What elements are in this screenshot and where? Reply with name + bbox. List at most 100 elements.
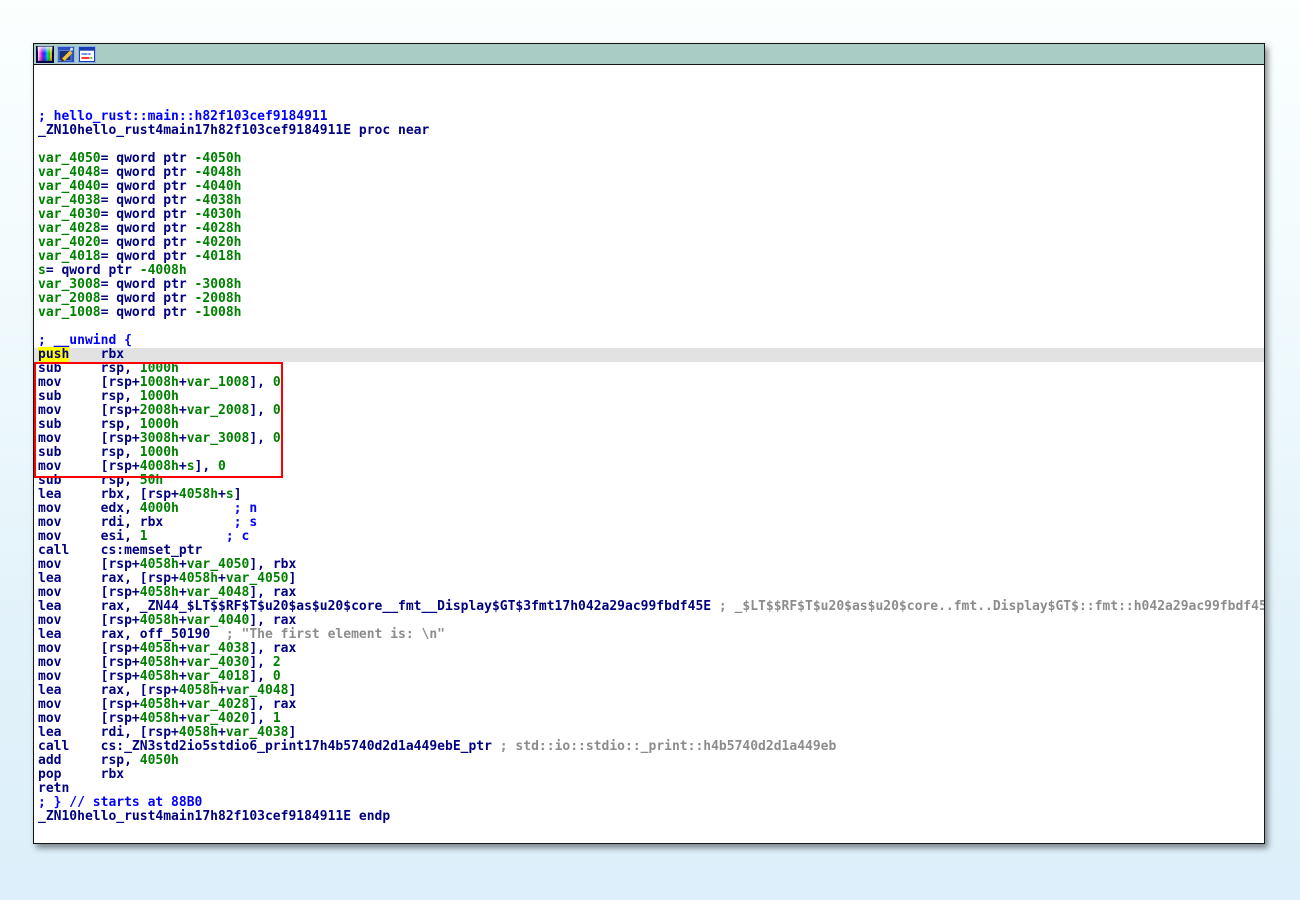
colors-button[interactable] — [36, 46, 54, 63]
asm-token: var_2008 — [38, 291, 101, 306]
asm-token: mov esi, — [38, 529, 140, 544]
asm-line[interactable]: mov esi, 1 ; c — [38, 530, 1264, 544]
asm-line[interactable]: mov [rsp+4058h+var_4018], 0 — [38, 670, 1264, 684]
asm-line[interactable] — [38, 138, 1264, 152]
asm-token: + — [179, 431, 187, 446]
asm-token: -4038h — [195, 193, 242, 208]
asm-line[interactable]: mov [rsp+4058h+var_4048], rax — [38, 586, 1264, 600]
asm-token: var_4040 — [187, 613, 250, 628]
asm-token: + — [218, 683, 226, 698]
asm-token: 1000h — [140, 389, 179, 404]
asm-token: 2 — [273, 655, 281, 670]
asm-line[interactable] — [38, 82, 1264, 96]
asm-token: + — [179, 375, 187, 390]
asm-line[interactable]: mov [rsp+4058h+var_4040], rax — [38, 614, 1264, 628]
asm-line[interactable]: var_3008= qword ptr -3008h — [38, 278, 1264, 292]
asm-line[interactable]: ; __unwind { — [38, 334, 1264, 348]
asm-token — [148, 529, 226, 544]
asm-token: + — [218, 725, 226, 740]
asm-token: ], — [249, 431, 272, 446]
asm-line[interactable]: lea rdi, [rsp+4058h+var_4038] — [38, 726, 1264, 740]
asm-line[interactable]: ; hello_rust::main::h82f103cef9184911 — [38, 110, 1264, 124]
asm-line[interactable] — [38, 320, 1264, 334]
asm-line[interactable]: call cs:_ZN3std2io5stdio6_print17h4b5740… — [38, 740, 1264, 754]
asm-line[interactable]: lea rax, off_50190 ; "The first element … — [38, 628, 1264, 642]
asm-token: call cs:memset_ptr — [38, 543, 202, 558]
asm-token: var_4048 — [38, 165, 101, 180]
asm-line[interactable]: mov [rsp+1008h+var_1008], 0 — [38, 376, 1264, 390]
asm-line[interactable]: mov [rsp+4058h+var_4020], 1 — [38, 712, 1264, 726]
asm-line[interactable]: var_4038= qword ptr -4038h — [38, 194, 1264, 208]
asm-line[interactable]: var_4030= qword ptr -4030h — [38, 208, 1264, 222]
asm-line[interactable]: mov edx, 4000h ; n — [38, 502, 1264, 516]
window-layout-button[interactable] — [78, 46, 96, 63]
asm-token: sub rsp, — [38, 417, 140, 432]
asm-line[interactable]: var_1008= qword ptr -1008h — [38, 306, 1264, 320]
asm-token: lea rax, off_50190 — [38, 627, 210, 642]
asm-token: 4058h — [140, 669, 179, 684]
asm-line[interactable]: mov [rsp+4058h+var_4038], rax — [38, 642, 1264, 656]
window-layout-icon — [79, 47, 95, 62]
asm-token: 4008h — [140, 459, 179, 474]
asm-line[interactable] — [38, 96, 1264, 110]
asm-line[interactable]: _ZN10hello_rust4main17h82f103cef9184911E… — [38, 810, 1264, 824]
asm-line[interactable]: sub rsp, 50h — [38, 474, 1264, 488]
asm-token: 0 — [273, 669, 281, 684]
asm-line[interactable]: sub rsp, 1000h — [38, 446, 1264, 460]
asm-line[interactable]: lea rax, _ZN44_$LT$$RF$T$u20$as$u20$core… — [38, 600, 1264, 614]
asm-line[interactable]: mov [rsp+2008h+var_2008], 0 — [38, 404, 1264, 418]
asm-token: mov [rsp+ — [38, 557, 140, 572]
asm-line[interactable]: mov [rsp+3008h+var_3008], 0 — [38, 432, 1264, 446]
asm-token: var_4038 — [187, 641, 250, 656]
asm-token: sub rsp, — [38, 389, 140, 404]
asm-token: 4058h — [179, 725, 218, 740]
asm-line[interactable]: var_4048= qword ptr -4048h — [38, 166, 1264, 180]
asm-token: mov [rsp+ — [38, 431, 140, 446]
asm-line[interactable]: mov [rsp+4058h+var_4050], rbx — [38, 558, 1264, 572]
asm-line[interactable]: mov [rsp+4058h+var_4028], rax — [38, 698, 1264, 712]
asm-line[interactable]: sub rsp, 1000h — [38, 418, 1264, 432]
edit-button[interactable] — [57, 46, 75, 63]
asm-line[interactable]: var_4040= qword ptr -4040h — [38, 180, 1264, 194]
asm-line[interactable]: var_4028= qword ptr -4028h — [38, 222, 1264, 236]
asm-line[interactable]: var_2008= qword ptr -2008h — [38, 292, 1264, 306]
asm-line[interactable]: var_4018= qword ptr -4018h — [38, 250, 1264, 264]
asm-line[interactable]: s= qword ptr -4008h — [38, 264, 1264, 278]
asm-line[interactable]: call cs:memset_ptr — [38, 544, 1264, 558]
asm-line[interactable]: mov [rsp+4008h+s], 0 — [38, 460, 1264, 474]
asm-token: mov [rsp+ — [38, 641, 140, 656]
asm-line[interactable]: push rbx — [34, 348, 1264, 362]
pencil-icon — [58, 47, 74, 62]
asm-line[interactable]: add rsp, 4050h — [38, 754, 1264, 768]
asm-line[interactable] — [38, 68, 1264, 82]
asm-token: lea rax, [rsp+ — [38, 683, 179, 698]
asm-line[interactable]: var_4050= qword ptr -4050h — [38, 152, 1264, 166]
asm-token: = qword ptr — [101, 179, 195, 194]
asm-token: mov [rsp+ — [38, 459, 140, 474]
asm-line[interactable]: ; } // starts at 88B0 — [38, 796, 1264, 810]
asm-token: -4028h — [195, 221, 242, 236]
asm-line[interactable]: lea rax, [rsp+4058h+var_4048] — [38, 684, 1264, 698]
disassembly-view[interactable]: ; hello_rust::main::h82f103cef9184911_ZN… — [34, 65, 1264, 844]
asm-token: sub rsp, — [38, 445, 140, 460]
asm-line[interactable]: sub rsp, 1000h — [38, 362, 1264, 376]
asm-line[interactable]: retn — [38, 782, 1264, 796]
asm-line[interactable]: var_4020= qword ptr -4020h — [38, 236, 1264, 250]
asm-line[interactable]: mov rdi, rbx ; s — [38, 516, 1264, 530]
asm-line[interactable]: _ZN10hello_rust4main17h82f103cef9184911E… — [38, 124, 1264, 138]
asm-token: = qword ptr — [101, 305, 195, 320]
asm-token: ; n — [234, 501, 257, 516]
asm-token: = qword ptr — [101, 277, 195, 292]
asm-token: 0 — [273, 403, 281, 418]
asm-token: ], — [249, 655, 272, 670]
asm-token: 4058h — [140, 711, 179, 726]
asm-token: + — [179, 585, 187, 600]
asm-line[interactable]: lea rax, [rsp+4058h+var_4050] — [38, 572, 1264, 586]
asm-line[interactable]: pop rbx — [38, 768, 1264, 782]
asm-token: 1000h — [140, 445, 179, 460]
asm-line[interactable]: lea rbx, [rsp+4058h+s] — [38, 488, 1264, 502]
asm-line[interactable]: mov [rsp+4058h+var_4030], 2 — [38, 656, 1264, 670]
asm-token: ], — [249, 403, 272, 418]
asm-line[interactable]: sub rsp, 1000h — [38, 390, 1264, 404]
asm-token: 4058h — [179, 683, 218, 698]
